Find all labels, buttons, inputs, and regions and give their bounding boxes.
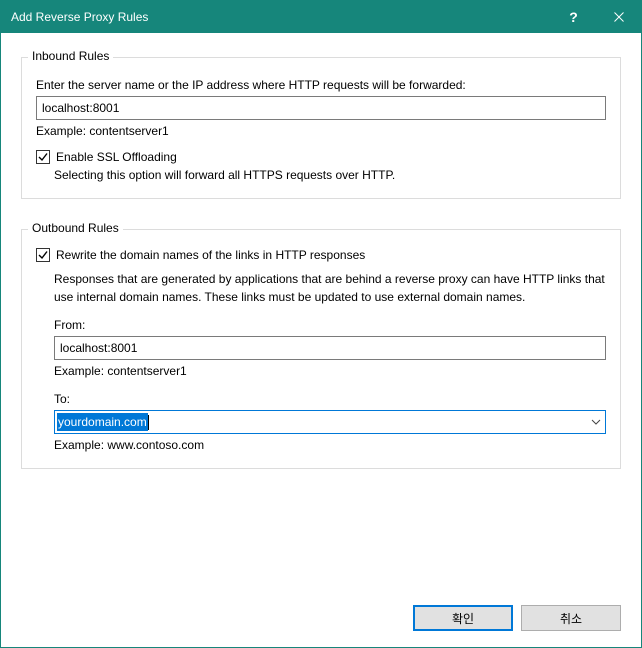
to-combobox-selection: yourdomain.com [57,413,148,431]
from-label: From: [54,318,606,332]
to-example: Example: www.contoso.com [54,438,606,452]
close-button[interactable] [596,1,641,33]
titlebar: Add Reverse Proxy Rules ? [1,1,641,33]
inbound-server-prompt: Enter the server name or the IP address … [36,78,606,92]
inbound-server-example: Example: contentserver1 [36,124,606,138]
checkmark-icon [37,151,49,163]
ssl-offloading-label: Enable SSL Offloading [56,150,177,164]
window-title: Add Reverse Proxy Rules [1,10,551,24]
ssl-offloading-checkbox-row[interactable]: Enable SSL Offloading [36,150,606,164]
groupbox-outbound-rules: Outbound Rules Rewrite the domain names … [21,229,621,469]
inbound-legend: Inbound Rules [28,49,113,63]
to-combobox-dropdown-button[interactable] [587,411,605,433]
outbound-desc: Responses that are generated by applicat… [36,270,606,306]
from-block: From: Example: contentserver1 [36,318,606,378]
ok-button-label: 확인 [452,610,474,627]
groupbox-inbound-rules: Inbound Rules Enter the server name or t… [21,57,621,199]
spacer [21,469,621,591]
to-block: To: yourdomain.com Example: www.contoso.… [36,392,606,452]
dialog-add-reverse-proxy-rules: Add Reverse Proxy Rules ? Inbound Rules … [0,0,642,648]
checkmark-icon [37,249,49,261]
rewrite-checkbox-row[interactable]: Rewrite the domain names of the links in… [36,248,606,262]
ssl-offloading-desc: Selecting this option will forward all H… [36,168,606,182]
to-combobox-text[interactable]: yourdomain.com [55,411,587,433]
from-input[interactable] [54,336,606,360]
rewrite-checkbox[interactable] [36,248,50,262]
to-combobox[interactable]: yourdomain.com [54,410,606,434]
rewrite-checkbox-label: Rewrite the domain names of the links in… [56,248,365,262]
cancel-button-label: 취소 [560,610,582,627]
inbound-server-input[interactable] [36,96,606,120]
dialog-content: Inbound Rules Enter the server name or t… [1,33,641,591]
text-caret [148,415,149,430]
dialog-button-row: 확인 취소 [1,591,641,647]
from-example: Example: contentserver1 [54,364,606,378]
close-icon [614,12,624,22]
help-button[interactable]: ? [551,1,596,33]
ssl-offloading-checkbox[interactable] [36,150,50,164]
to-label: To: [54,392,606,406]
outbound-legend: Outbound Rules [28,221,123,235]
cancel-button[interactable]: 취소 [521,605,621,631]
ok-button[interactable]: 확인 [413,605,513,631]
chevron-down-icon [591,419,601,425]
